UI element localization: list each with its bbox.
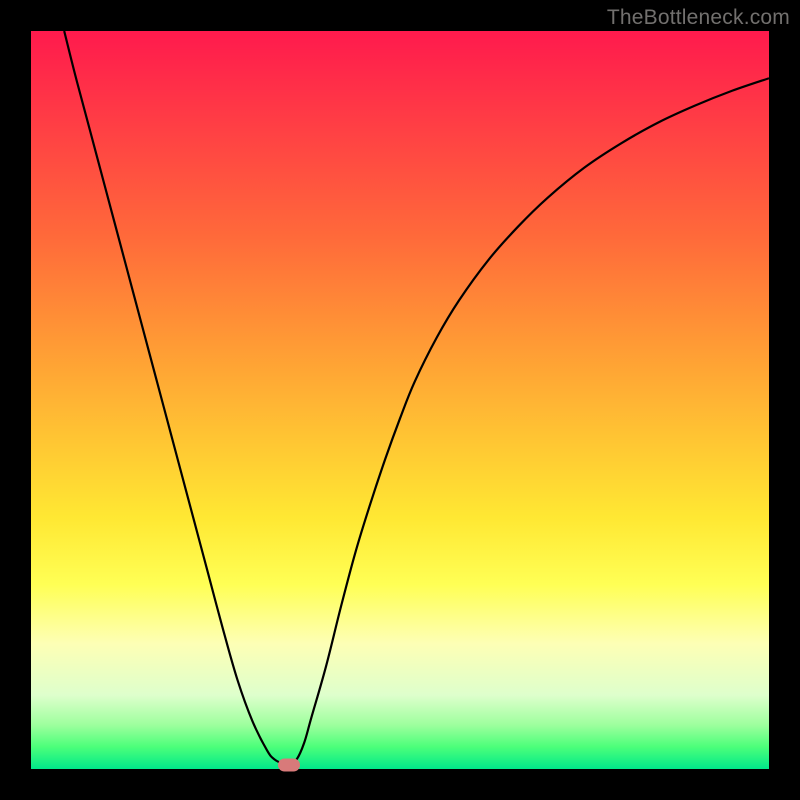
chart-frame: TheBottleneck.com bbox=[0, 0, 800, 800]
bottleneck-curve bbox=[31, 31, 769, 769]
minimum-marker bbox=[278, 758, 300, 771]
watermark-text: TheBottleneck.com bbox=[607, 6, 790, 30]
